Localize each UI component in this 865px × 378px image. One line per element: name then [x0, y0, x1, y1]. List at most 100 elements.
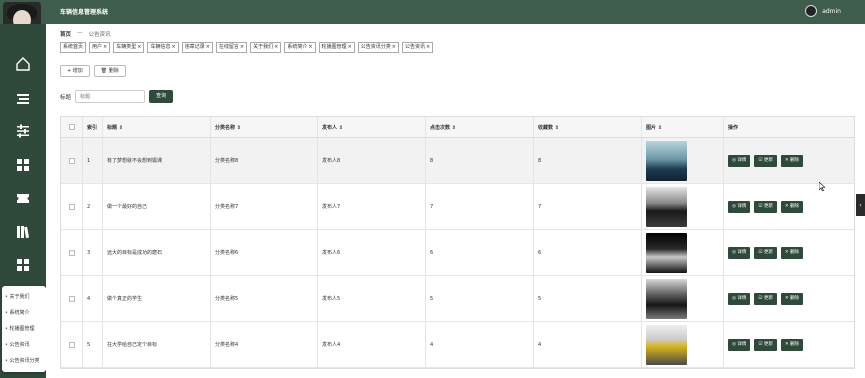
tag-users[interactable]: 用户×	[89, 42, 111, 53]
collapse-handle-icon[interactable]: ‹	[856, 194, 865, 216]
table-row[interactable]: 1 有了梦想就不会想到辍课 分类名称8 发布人8 8 8 ◎ 详情 ☑ 更新 ✕…	[61, 138, 854, 184]
data-table: 索引 标题 ⇕ 分类名称 ⇕ 发布人 ⇕ 点击次数 ⇕ 收藏数 ⇕ 图片 ⇕ 操…	[60, 116, 855, 369]
column-header-favorites[interactable]: 收藏数 ⇕	[534, 117, 642, 137]
breadcrumb-separator: —	[77, 30, 83, 36]
detail-button[interactable]: ◎ 详情	[728, 200, 751, 213]
table-row[interactable]: 2 做一个最好的自己 分类名称7 发布人7 7 7 ◎ 详情 ☑ 更新 ✕ 删除	[61, 184, 854, 230]
home-icon[interactable]	[14, 55, 32, 73]
apps-icon[interactable]	[14, 256, 32, 274]
cell-clicks: 6	[426, 230, 534, 275]
submenu-item-carousel[interactable]: 轮播图管理	[2, 321, 46, 337]
sidebar-submenu: 关于我们 系统简介 轮播图管理 公告资讯 公告资讯分类	[2, 286, 46, 372]
cell-clicks: 5	[426, 276, 534, 321]
table-row[interactable]: 4 做个真正的学生 分类名称5 发布人5 5 5 ◎ 详情 ☑ 更新 ✕ 删除	[61, 276, 854, 322]
column-header-title[interactable]: 标题 ⇕	[103, 117, 211, 137]
table-row[interactable]: 5 在大学给自己定个目标 分类名称4 发布人4 4 4 ◎ 详情 ☑ 更新 ✕ …	[61, 322, 854, 368]
cell-clicks: 4	[426, 322, 534, 367]
cell-index: 2	[83, 184, 103, 229]
cell-publisher: 发布人4	[318, 322, 426, 367]
detail-button[interactable]: ◎ 详情	[728, 292, 751, 305]
book-icon[interactable]	[14, 223, 32, 241]
menu-list-icon[interactable]	[14, 90, 32, 108]
cell-index: 3	[83, 230, 103, 275]
cell-publisher: 发布人8	[318, 138, 426, 183]
column-header-image[interactable]: 图片 ⇕	[642, 117, 724, 137]
tag-news[interactable]: 公告资讯×	[401, 42, 434, 53]
mouse-cursor-icon	[819, 182, 825, 191]
cell-clicks: 7	[426, 184, 534, 229]
row-delete-button[interactable]: ✕ 删除	[780, 292, 804, 305]
edit-button[interactable]: ☑ 更新	[754, 200, 777, 213]
tag-violations[interactable]: 违章记录×	[181, 42, 213, 53]
add-button[interactable]: + 增加	[60, 65, 90, 77]
app-title: 车辆信息管理系统	[60, 9, 109, 16]
row-checkbox[interactable]	[68, 341, 75, 348]
car-image[interactable]	[646, 186, 687, 227]
cell-title: 远大的目标是成功的磨石	[103, 230, 211, 275]
select-all-checkbox[interactable]	[68, 124, 75, 130]
detail-button[interactable]: ◎ 详情	[728, 246, 751, 259]
car-image[interactable]	[646, 232, 687, 273]
cell-index: 5	[83, 322, 103, 367]
trash-icon: 🗑	[100, 68, 108, 74]
cell-category: 分类名称8	[211, 138, 318, 183]
row-checkbox[interactable]	[68, 157, 75, 164]
column-header-publisher[interactable]: 发布人 ⇕	[318, 117, 426, 137]
car-image[interactable]	[646, 140, 687, 181]
row-delete-button[interactable]: ✕ 删除	[780, 200, 804, 213]
tag-home[interactable]: 系统首页	[60, 42, 87, 53]
tag-news-category[interactable]: 公告资讯分类×	[357, 42, 399, 53]
submenu-item-news[interactable]: 公告资讯	[2, 337, 46, 353]
cell-publisher: 发布人5	[318, 276, 426, 321]
table-header: 索引 标题 ⇕ 分类名称 ⇕ 发布人 ⇕ 点击次数 ⇕ 收藏数 ⇕ 图片 ⇕ 操…	[61, 117, 854, 138]
edit-button[interactable]: ☑ 更新	[754, 292, 777, 305]
cell-favorites: 7	[534, 184, 642, 229]
sliders-icon[interactable]	[14, 122, 32, 140]
detail-button[interactable]: ◎ 详情	[728, 154, 751, 167]
tag-intro[interactable]: 系统简介×	[284, 42, 316, 53]
username: admin	[822, 7, 841, 15]
submenu-item-about[interactable]: 关于我们	[2, 289, 46, 305]
car-image[interactable]	[646, 278, 687, 319]
column-header-clicks[interactable]: 点击次数 ⇕	[426, 117, 534, 137]
column-header-actions: 操作	[728, 124, 739, 131]
search-bar: 标题 查询	[60, 90, 174, 103]
breadcrumb-current: 公告资讯	[88, 32, 111, 38]
edit-button[interactable]: ☑ 更新	[754, 154, 777, 167]
tag-carousel[interactable]: 轮播图管理×	[318, 42, 355, 53]
submenu-item-intro[interactable]: 系统简介	[2, 305, 46, 321]
search-label: 标题	[60, 94, 72, 101]
row-delete-button[interactable]: ✕ 删除	[780, 154, 804, 167]
user-avatar	[805, 5, 818, 17]
edit-button[interactable]: ☑ 更新	[754, 246, 777, 259]
tag-vehicle-type[interactable]: 车辆类型×	[113, 42, 145, 53]
table-row[interactable]: 3 远大的目标是成功的磨石 分类名称6 发布人6 6 6 ◎ 详情 ☑ 更新 ✕…	[61, 230, 854, 276]
tag-about[interactable]: 关于我们×	[250, 42, 282, 53]
cell-publisher: 发布人7	[318, 184, 426, 229]
grid-icon[interactable]	[14, 156, 32, 174]
tag-messages[interactable]: 在线留言×	[215, 42, 248, 53]
car-image[interactable]	[646, 324, 687, 365]
cell-favorites: 8	[534, 138, 642, 183]
search-button[interactable]: 查询	[149, 90, 174, 103]
delete-button[interactable]: 🗑 删除	[93, 65, 126, 77]
tag-vehicle-info[interactable]: 车辆信息×	[147, 42, 179, 53]
cell-category: 分类名称7	[211, 184, 318, 229]
edit-button[interactable]: ☑ 更新	[754, 338, 777, 351]
search-input[interactable]	[75, 90, 146, 103]
row-checkbox[interactable]	[68, 203, 75, 210]
submenu-item-news-category[interactable]: 公告资讯分类	[2, 353, 46, 369]
ticket-icon[interactable]	[14, 189, 32, 207]
row-checkbox[interactable]	[68, 295, 75, 302]
breadcrumb-home[interactable]: 首页	[60, 30, 71, 38]
user-menu[interactable]: admin	[805, 5, 841, 17]
row-delete-button[interactable]: ✕ 删除	[780, 338, 804, 351]
detail-button[interactable]: ◎ 详情	[728, 338, 751, 351]
column-header-category[interactable]: 分类名称 ⇕	[211, 117, 318, 137]
row-delete-button[interactable]: ✕ 删除	[780, 246, 804, 259]
tab-tags: 系统首页 用户× 车辆类型× 车辆信息× 违章记录× 在线留言× 关于我们× 系…	[60, 42, 434, 53]
row-checkbox[interactable]	[68, 249, 75, 256]
cell-title: 做个真正的学生	[103, 276, 211, 321]
cell-favorites: 5	[534, 276, 642, 321]
cell-favorites: 4	[534, 322, 642, 367]
